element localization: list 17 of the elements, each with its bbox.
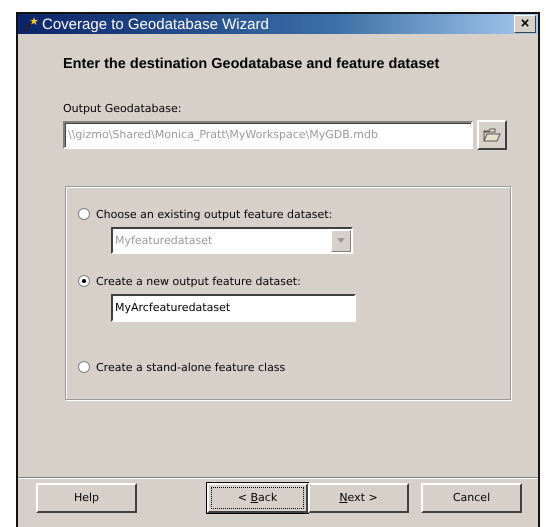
- page-heading: Enter the destination Geodatabase and feature dataset: [63, 56, 440, 72]
- wizard-button[interactable]: Cancel: [421, 482, 522, 512]
- wizard-button[interactable]: Next >: [308, 482, 409, 512]
- radio-button[interactable]: [78, 361, 90, 373]
- browse-button[interactable]: [477, 120, 507, 150]
- close-button[interactable]: ×: [514, 15, 536, 33]
- field-label: Output Geodatabase:: [63, 102, 182, 115]
- dataset-name-field[interactable]: MyArcfeaturedataset: [111, 294, 356, 322]
- folder-icon: [483, 128, 501, 142]
- option-label[interactable]: Create a stand-alone feature class: [96, 360, 286, 374]
- dropdown-arrow-icon: [337, 238, 345, 243]
- option-label[interactable]: Create a new output feature dataset:: [96, 274, 301, 288]
- magic-wand-icon: [22, 16, 38, 32]
- wizard-button[interactable]: Help: [36, 482, 137, 512]
- window-title: Coverage to Geodatabase Wizard: [42, 16, 270, 32]
- wizard-button[interactable]: < Back: [207, 482, 308, 512]
- radio-button[interactable]: [78, 275, 90, 287]
